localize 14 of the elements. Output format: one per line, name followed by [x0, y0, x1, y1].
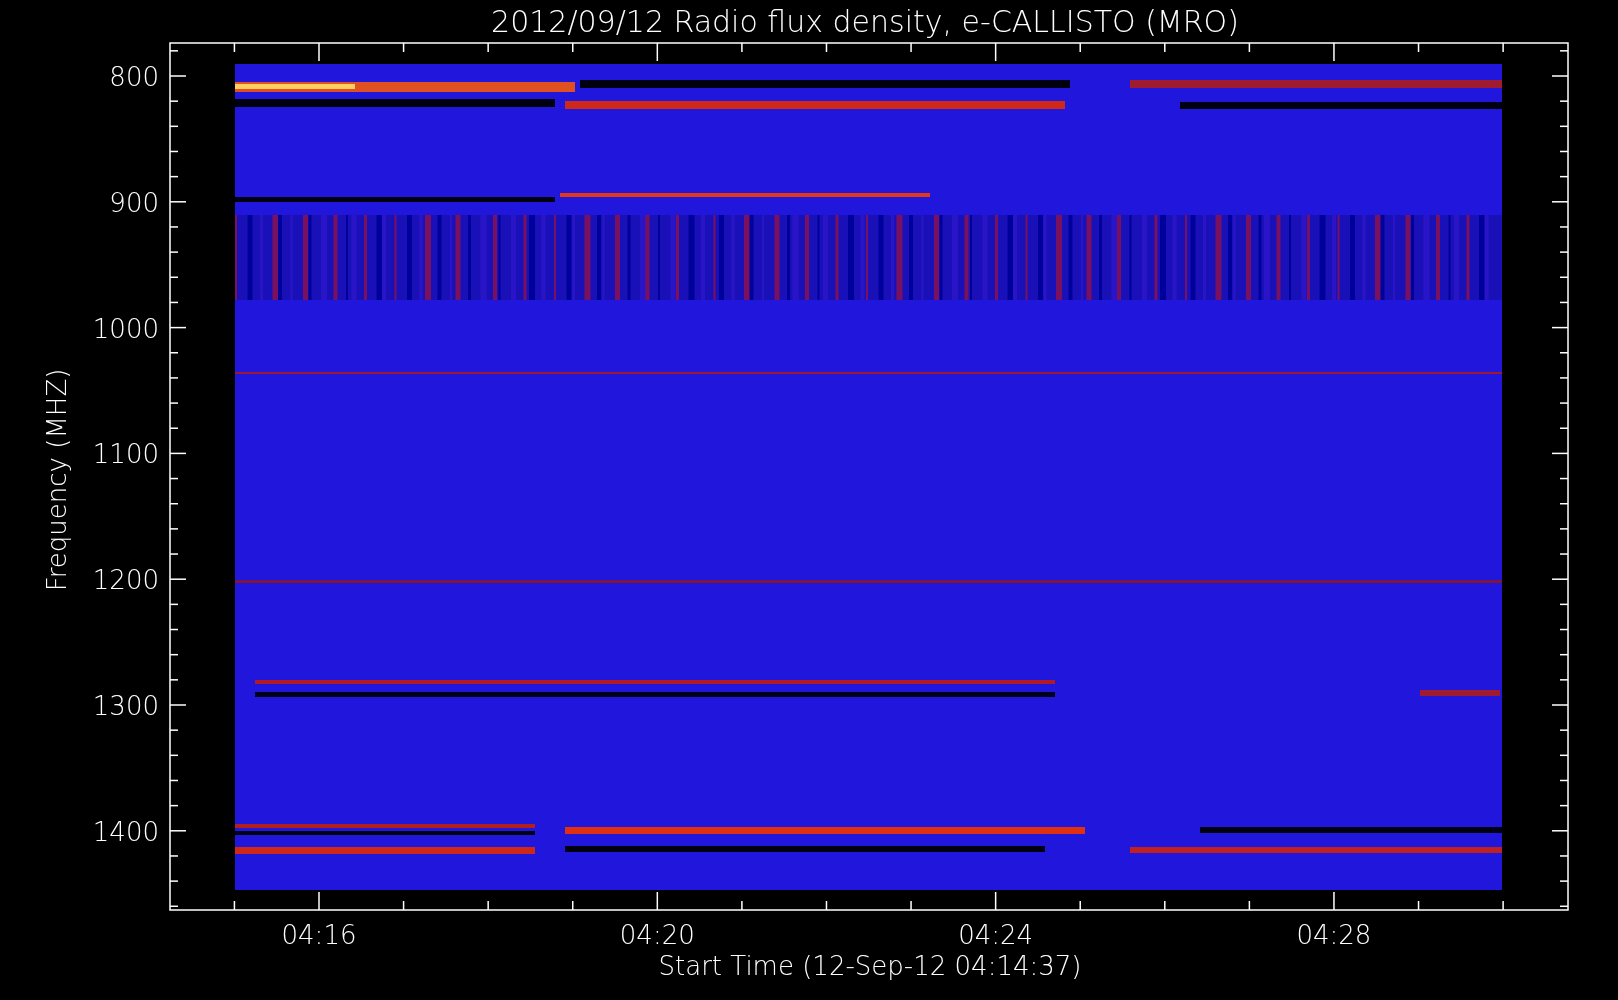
x-tick-label: 04:24 [958, 920, 1034, 950]
x-tick-label: 04:28 [1296, 920, 1372, 950]
y-tick-label: 1100 [92, 439, 159, 470]
x-axis-label: Start Time (12-Sep-12 04:14:37) [658, 951, 1082, 981]
y-tick-label: 1200 [92, 565, 159, 596]
y-tick-label: 800 [109, 62, 159, 92]
y-tick-label: 900 [109, 187, 159, 218]
y-tick-label: 1000 [92, 313, 159, 344]
x-tick-label: 04:16 [281, 920, 357, 950]
y-tick-label: 1400 [92, 816, 159, 847]
plot-title: 2012/09/12 Radio flux density, e-CALLISTO (MRO) [491, 4, 1239, 39]
y-axis-label: Frequency (MHZ) [42, 368, 72, 592]
y-tick-label: 1300 [92, 691, 159, 721]
x-tick-label: 04:20 [619, 920, 695, 950]
